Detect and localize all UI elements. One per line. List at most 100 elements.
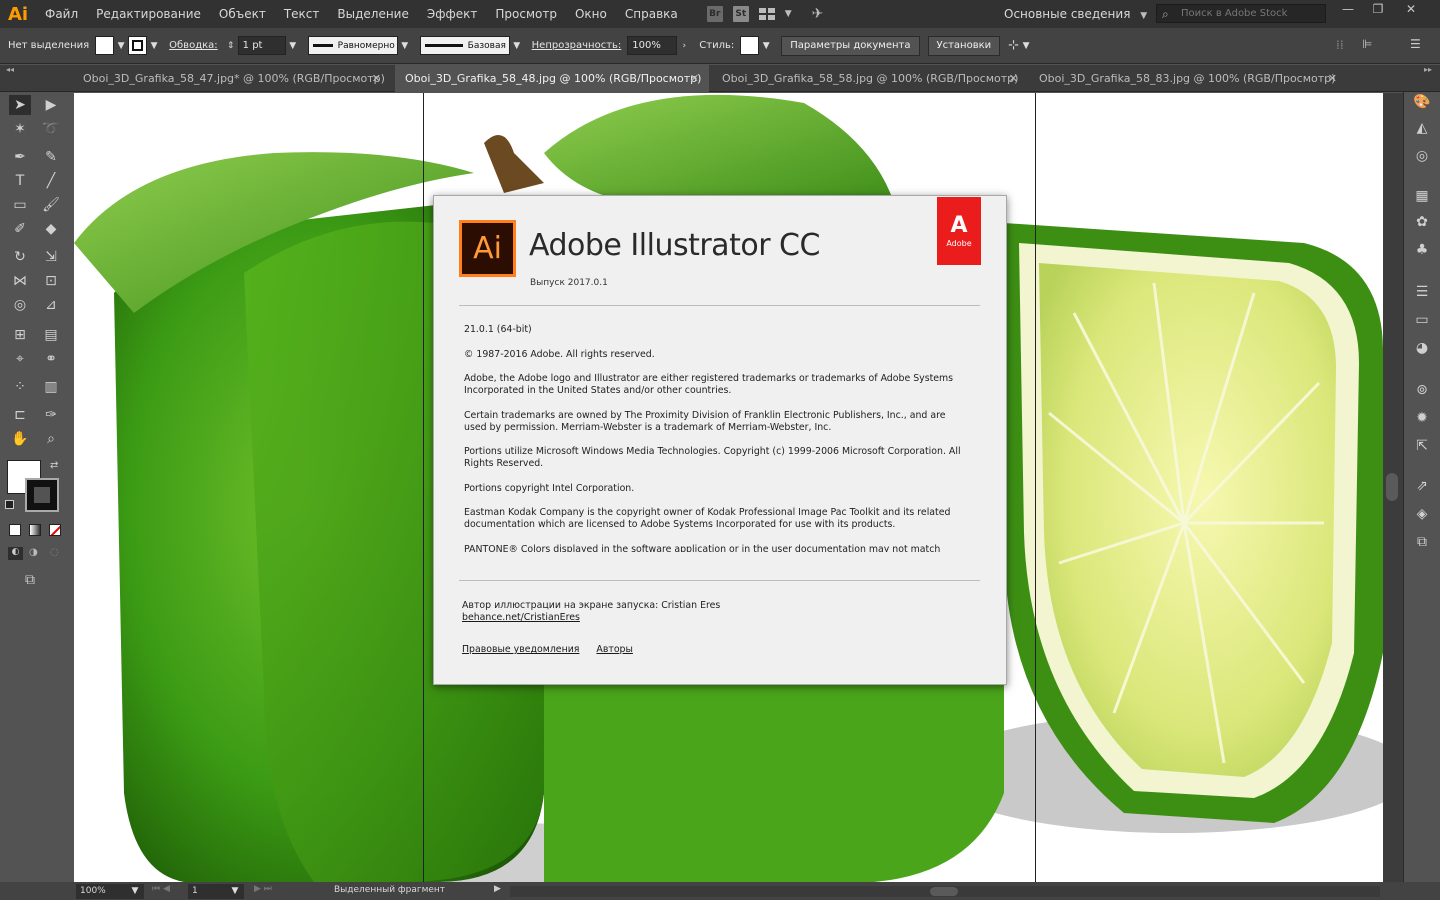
transparency-icon[interactable]: ◕ (1412, 338, 1432, 358)
layers-icon[interactable]: ◈ (1412, 504, 1432, 524)
rectangle-tool-icon[interactable]: ▭ (9, 195, 31, 215)
tab-document-48[interactable]: Oboi_3D_Grafika_58_48.jpg @ 100% (RGB/Пр… (395, 65, 709, 92)
line-tool-icon[interactable]: ╱ (40, 171, 62, 191)
align-icon[interactable]: ⁞⁞ (1336, 38, 1344, 52)
curvature-tool-icon[interactable]: ✎ (40, 147, 62, 167)
scroll-thumb[interactable] (1386, 473, 1398, 501)
brush-definition[interactable]: Базовая (419, 36, 510, 55)
opacity-label[interactable]: Непрозрачность: (532, 40, 622, 51)
menu-help[interactable]: Справка (616, 0, 687, 28)
gradient-tool-icon[interactable]: ▤ (40, 325, 62, 345)
menu-effect[interactable]: Эффект (418, 0, 487, 28)
gradient-panel-icon[interactable]: ▭ (1412, 310, 1432, 330)
perspective-grid-tool-icon[interactable]: ⊿ (40, 295, 62, 315)
shape-builder-tool-icon[interactable]: ◎ (9, 295, 31, 315)
menu-file[interactable]: Файл (36, 0, 87, 28)
pen-tool-icon[interactable]: ✒ (9, 147, 31, 167)
menu-edit[interactable]: Редактирование (87, 0, 210, 28)
type-tool-icon[interactable]: T (9, 171, 31, 191)
selection-tool-icon[interactable]: ➤ (9, 95, 31, 115)
collapse-panels-icon[interactable]: ▸▸ (1424, 65, 1432, 74)
close-icon[interactable]: ✕ (690, 65, 699, 92)
default-fill-stroke-icon[interactable] (5, 500, 14, 509)
color-mode-icon[interactable] (9, 524, 21, 536)
scale-tool-icon[interactable]: ⇲ (40, 247, 62, 267)
swatches-icon[interactable]: ▦ (1412, 186, 1432, 206)
authors-link[interactable]: Авторы (596, 644, 633, 655)
horizontal-scrollbar[interactable] (510, 886, 1380, 897)
menu-view[interactable]: Просмотр (486, 0, 566, 28)
rotate-tool-icon[interactable]: ↻ (9, 247, 31, 267)
chevron-down-icon[interactable]: ▼ (286, 41, 300, 51)
preferences-button[interactable]: Установки (927, 35, 1001, 56)
close-icon[interactable]: ✕ (372, 65, 381, 92)
collapse-tools-icon[interactable]: ◂◂ (6, 65, 14, 74)
graphic-styles-icon[interactable]: ✹ (1412, 408, 1432, 428)
stroke-weight-field[interactable]: 1 pt (237, 36, 286, 55)
fill-swatch[interactable] (95, 36, 115, 55)
chevron-right-icon[interactable]: › (677, 41, 691, 51)
scroll-thumb[interactable] (930, 887, 958, 896)
mesh-tool-icon[interactable]: ⊞ (9, 325, 31, 345)
close-icon[interactable]: ✕ (1328, 65, 1337, 92)
draw-normal-icon[interactable]: ◐ (8, 547, 23, 560)
column-graph-tool-icon[interactable]: ▥ (40, 377, 62, 397)
chevron-down-icon[interactable]: ▼ (510, 41, 524, 51)
chevron-down-icon[interactable]: ▼ (398, 41, 412, 51)
slice-tool-icon[interactable]: ✑ (40, 405, 62, 425)
tab-document-58[interactable]: Oboi_3D_Grafika_58_58.jpg @ 100% (RGB/Пр… (712, 65, 1028, 92)
color-panel-icon[interactable]: 🎨 (1412, 92, 1432, 112)
stock-button[interactable]: St (732, 6, 749, 22)
screen-mode-icon[interactable]: ⧉ (25, 572, 35, 588)
stroke-label[interactable]: Обводка: (169, 40, 218, 51)
first-artboard-icon[interactable]: ⏮ ◀ (152, 884, 170, 894)
blend-tool-icon[interactable]: ⚭ (40, 349, 62, 369)
menu-object[interactable]: Объект (210, 0, 275, 28)
eraser-tool-icon[interactable]: ◆ (40, 219, 62, 239)
legal-notices-link[interactable]: Правовые уведомления (462, 644, 579, 655)
zoom-field[interactable]: 100% ▼ (76, 884, 144, 899)
chevron-down-icon[interactable]: ▼ (1019, 41, 1033, 51)
direct-selection-tool-icon[interactable]: ▶ (40, 95, 62, 115)
last-artboard-icon[interactable]: ▶ ⏭ (254, 884, 272, 894)
menu-select[interactable]: Выделение (328, 0, 417, 28)
artboard-tool-icon[interactable]: ⊏ (9, 405, 31, 425)
tab-document-83[interactable]: Oboi_3D_Grafika_58_83.jpg @ 100% (RGB/Пр… (1029, 65, 1347, 92)
lasso-tool-icon[interactable]: ➰ (40, 119, 62, 139)
asset-export-icon[interactable]: ⇱ (1412, 436, 1432, 456)
document-setup-button[interactable]: Параметры документа (781, 35, 920, 56)
chevron-down-icon[interactable]: ▼ (128, 884, 142, 899)
distribute-icon[interactable]: ⊫ (1362, 37, 1372, 51)
vertical-scrollbar[interactable] (1383, 93, 1403, 882)
gpu-performance-icon[interactable]: ✈ (812, 6, 824, 22)
close-icon[interactable]: ✕ (1009, 65, 1018, 92)
restore-button[interactable]: ❐ (1363, 0, 1393, 20)
tab-document-47[interactable]: Oboi_3D_Grafika_58_47.jpg* @ 100% (RGB/П… (73, 65, 391, 92)
symbol-sprayer-tool-icon[interactable]: ⁘ (9, 377, 31, 397)
magic-wand-tool-icon[interactable]: ✶ (9, 119, 31, 139)
draw-behind-icon[interactable]: ◑ (29, 547, 38, 558)
stroke-color-box[interactable] (25, 478, 59, 512)
bridge-button[interactable]: Br (706, 6, 723, 22)
paintbrush-tool-icon[interactable]: 🖌 (40, 195, 62, 215)
eyedropper-tool-icon[interactable]: ⌖ (9, 349, 31, 369)
chevron-down-icon[interactable]: ▼ (114, 41, 128, 51)
color-themes-icon[interactable]: ◎ (1412, 146, 1432, 166)
stroke-panel-icon[interactable]: ☰ (1412, 282, 1432, 302)
menu-type[interactable]: Текст (275, 0, 329, 28)
chevron-down-icon[interactable]: ▼ (228, 884, 242, 899)
shaper-tool-icon[interactable]: ✐ (9, 219, 31, 239)
width-tool-icon[interactable]: ⋈ (9, 271, 31, 291)
menu-window[interactable]: Окно (566, 0, 616, 28)
splash-credit-link[interactable]: behance.net/CristianEres (462, 612, 580, 623)
opacity-field[interactable]: 100% (627, 36, 678, 55)
chevron-down-icon[interactable]: ▼ (147, 41, 161, 51)
zoom-tool-icon[interactable]: ⌕ (40, 429, 62, 449)
variable-width-profile[interactable]: Равномерно (307, 36, 398, 55)
chevron-down-icon[interactable]: ▼ (785, 9, 792, 19)
gradient-mode-icon[interactable] (29, 524, 41, 536)
stepper-icon[interactable]: ⇕ (224, 41, 238, 51)
brushes-icon[interactable]: ✿ (1412, 212, 1432, 232)
none-mode-icon[interactable] (49, 524, 61, 536)
symbols-icon[interactable]: ♣ (1412, 240, 1432, 260)
